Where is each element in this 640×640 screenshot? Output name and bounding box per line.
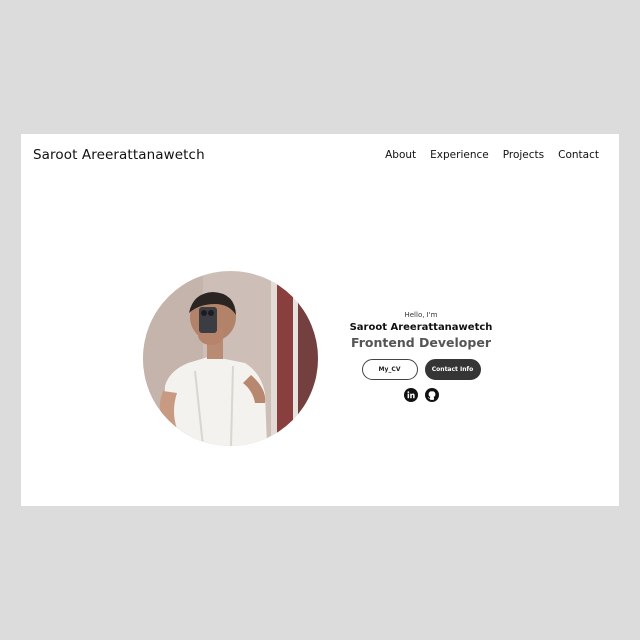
github-icon[interactable] [424, 388, 439, 402]
hero-name: Saroot Areerattanawetch [349, 322, 493, 333]
nav-link-experience[interactable]: Experience [430, 149, 489, 161]
nav-link-about[interactable]: About [385, 149, 416, 161]
hero-section: Hello, I'm Saroot Areerattanawetch Front… [341, 311, 501, 402]
nav-links: About Experience Projects Contact [385, 149, 599, 161]
profile-photo-image [143, 271, 318, 446]
social-links [341, 388, 501, 402]
linkedin-icon[interactable] [403, 388, 418, 402]
brand-name[interactable]: Saroot Areerattanawetch [33, 147, 205, 163]
hero-buttons: My_CV Contact Info [341, 359, 501, 380]
nav-link-contact[interactable]: Contact [558, 149, 599, 161]
greeting-text: Hello, I'm [404, 311, 438, 319]
navbar: Saroot Areerattanawetch About Experience… [21, 134, 619, 178]
cv-button[interactable]: My_CV [361, 359, 418, 380]
profile-photo [143, 271, 318, 446]
nav-link-projects[interactable]: Projects [503, 149, 544, 161]
contact-info-button[interactable]: Contact Info [424, 359, 481, 380]
hero-role: Frontend Developer [351, 335, 491, 350]
page-frame: Saroot Areerattanawetch About Experience… [21, 134, 619, 506]
